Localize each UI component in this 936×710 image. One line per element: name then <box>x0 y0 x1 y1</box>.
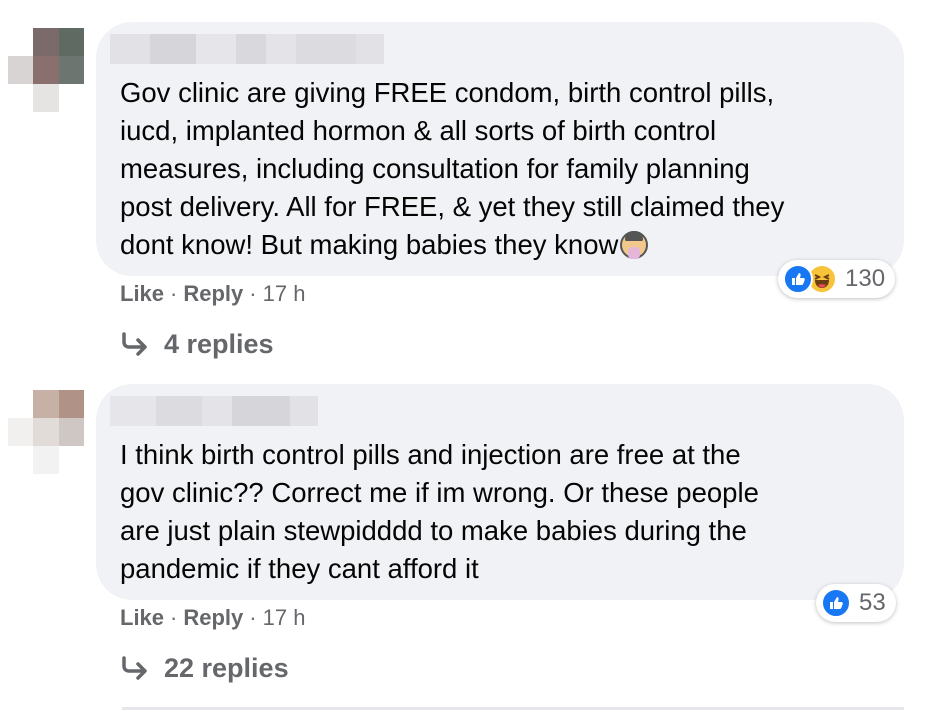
separator-dot: · <box>249 605 257 630</box>
comment-text-line: pandemic if they cant afford it <box>120 553 479 584</box>
view-replies-link[interactable]: 22 replies <box>120 653 289 684</box>
avatar[interactable] <box>8 28 84 112</box>
comment-text-line: measures, including consultation for fam… <box>120 153 750 184</box>
avatar[interactable] <box>8 390 84 474</box>
comment-text-line: Gov clinic are giving FREE condom, birth… <box>120 77 775 108</box>
comment-text-line: I think birth control pills and injectio… <box>120 439 741 470</box>
replies-count-label: 22 replies <box>164 653 289 683</box>
comment-bubble: I think birth control pills and injectio… <box>96 384 904 600</box>
like-button[interactable]: Like <box>120 605 164 631</box>
author-name-blurred[interactable] <box>110 396 318 426</box>
replies-count-label: 4 replies <box>164 329 274 359</box>
reaction-count: 53 <box>859 589 886 616</box>
timestamp[interactable]: 17 h <box>263 281 306 307</box>
timestamp[interactable]: 17 h <box>263 605 306 631</box>
comment-text-line: dont know! But making babies they know <box>120 226 878 264</box>
reaction-summary[interactable]: 53 <box>816 584 896 622</box>
woman-facepalming-icon <box>620 231 649 259</box>
reply-arrow-icon <box>122 655 147 680</box>
comment-text: I think birth control pills and injectio… <box>120 436 878 588</box>
reply-button[interactable]: Reply <box>183 605 243 631</box>
reaction-count: 130 <box>845 265 886 292</box>
reply-button[interactable]: Reply <box>183 281 243 307</box>
comment-actions: Like · Reply · 17 h <box>120 605 305 631</box>
like-button[interactable]: Like <box>120 281 164 307</box>
like-reaction-icon <box>821 588 851 618</box>
comment-text-line: post delivery. All for FREE, & yet they … <box>120 191 785 222</box>
reaction-summary[interactable]: 130 <box>778 260 896 298</box>
separator-dot: · <box>170 605 178 630</box>
comment-bubble: Gov clinic are giving FREE condom, birth… <box>96 22 904 276</box>
comment-text-line: iucd, implanted hormon & all sorts of bi… <box>120 115 717 146</box>
comment-text-line: gov clinic?? Correct me if im wrong. Or … <box>120 477 759 508</box>
comment-actions: Like · Reply · 17 h <box>120 281 305 307</box>
comment-text-line: are just plain stewpidddd to make babies… <box>120 515 747 546</box>
comment-text: Gov clinic are giving FREE condom, birth… <box>120 74 878 264</box>
author-name-blurred[interactable] <box>110 34 384 64</box>
like-reaction-icon <box>783 264 813 294</box>
reply-arrow-icon <box>122 331 147 356</box>
separator-dot: · <box>170 281 178 306</box>
comment-text-segment: dont know! But making babies they know <box>120 229 619 260</box>
view-replies-link[interactable]: 4 replies <box>120 329 274 360</box>
separator-dot: · <box>249 281 257 306</box>
